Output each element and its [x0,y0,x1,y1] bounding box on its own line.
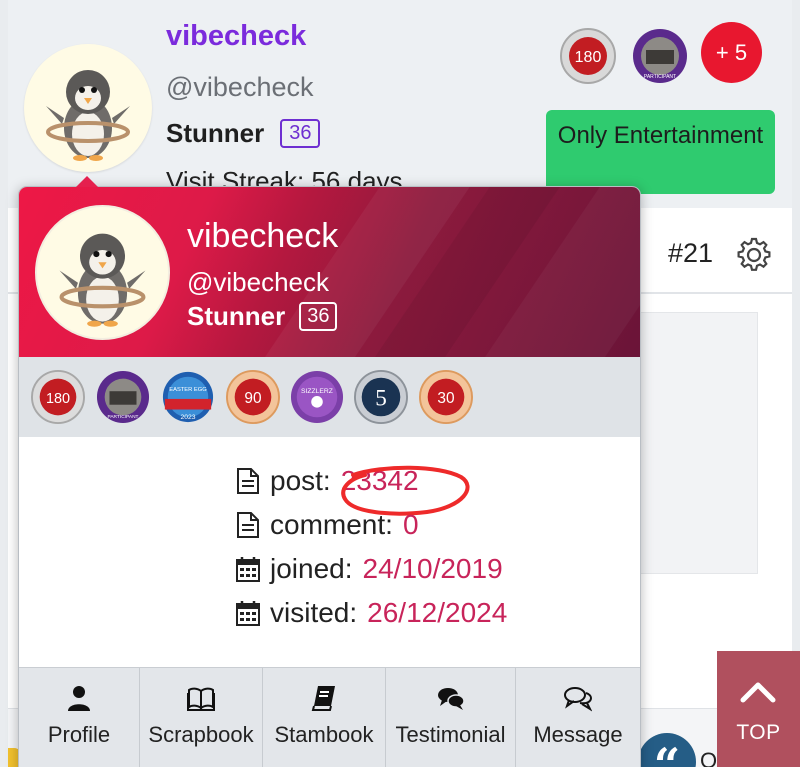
stat-joined-value: 24/10/2019 [362,553,503,584]
stat-visited-value: 26/12/2024 [367,597,508,628]
profile-button[interactable]: Profile [19,668,140,767]
testimonial-button[interactable]: Testimonial [386,668,516,767]
stats-panel: post: 23342 comment: 0 joined: 24/10/201… [19,437,640,667]
popup-avatar[interactable] [35,205,170,340]
rank-label: Stunner [187,301,286,331]
stat-visited: visited: 26/12/2024 [235,597,507,629]
more-badges-button[interactable]: + 5 [701,22,762,83]
open-book-icon [187,687,215,711]
stat-comment: comment: 0 [235,509,419,541]
document-icon [237,468,259,494]
180-badge-icon[interactable]: 180 [560,28,616,84]
gear-icon[interactable] [735,236,773,274]
avatar[interactable] [24,44,152,172]
message-bubbles-icon [564,687,592,712]
svg-text:EASTER EGG: EASTER EGG [169,387,207,393]
document-icon [237,512,259,538]
penguin-avatar-icon [46,70,130,161]
svg-text:PARTICIPANT: PARTICIPANT [644,74,676,80]
rank-label: Stunner [166,118,265,148]
profile-button-label: Profile [47,722,111,747]
popup-handle: @vibecheck [187,267,330,297]
scroll-top-label: TOP [736,721,781,744]
message-button[interactable]: Message [516,668,640,767]
scroll-top-button[interactable]: TOP [717,651,800,767]
profile-popup: vibecheck @vibecheck Stunner 36 180 PART… [18,186,641,767]
participant-badge-icon[interactable]: PARTICIPANT [96,370,150,424]
level-badge: 36 [280,119,321,148]
svg-text:PARTICIPANT: PARTICIPANT [107,414,138,420]
penguin-avatar-icon [59,233,146,327]
profile-rank: Stunner 36 [166,118,321,149]
participant-badge-icon[interactable]: PARTICIPANT [632,28,688,84]
svg-text:SIZZLERZ: SIZZLERZ [301,388,333,395]
profile-handle: @vibecheck [166,72,314,102]
stat-joined: joined: 24/10/2019 [235,553,503,585]
180-badge-icon[interactable]: 180 [31,370,85,424]
stambook-button-label: Stambook [274,722,374,747]
svg-text:5: 5 [375,386,387,412]
scrapbook-button-label: Scrapbook [148,722,254,747]
stat-joined-label: joined: [270,553,353,584]
popup-footer-nav: Profile Scrapbook Stambook Testimonial M… [19,667,640,767]
popup-pointer [76,176,98,187]
30-badge-icon[interactable]: 30 [419,370,473,424]
badge-row: 180 PARTICIPANT EASTER EGG 2023 90 SIZZLE… [19,357,640,437]
stat-visited-label: visited: [270,597,358,628]
chevron-up-icon [740,682,776,703]
easter-egg-badge-icon[interactable]: EASTER EGG 2023 [161,370,215,424]
popup-rank: Stunner 36 [187,301,338,332]
calendar-icon [236,557,260,582]
5-anniversary-badge-icon[interactable]: 5 [354,370,408,424]
book-icon [311,686,335,711]
profile-username[interactable]: vibecheck [166,20,306,53]
svg-text:180: 180 [575,49,602,66]
chat-bubbles-icon [437,688,465,710]
svg-text:180: 180 [46,391,70,407]
testimonial-button-label: Testimonial [395,722,506,747]
stat-comment-label: comment: [270,509,393,540]
level-badge: 36 [299,302,338,331]
user-icon [68,686,90,711]
stat-comment-value: 0 [402,509,419,540]
scrapbook-button[interactable]: Scrapbook [140,668,263,767]
category-button[interactable]: Only Entertainment [546,110,775,194]
stambook-button[interactable]: Stambook [263,668,386,767]
90-badge-icon[interactable]: 90 [226,370,280,424]
svg-text:90: 90 [244,390,261,407]
popup-username[interactable]: vibecheck [187,217,338,256]
message-button-label: Message [533,722,623,747]
svg-text:2023: 2023 [180,414,195,421]
sizzlerz-badge-icon[interactable]: SIZZLERZ [290,370,344,424]
stat-post-label: post: [270,465,331,496]
calendar-icon [236,601,260,626]
svg-text:30: 30 [437,390,454,407]
post-number: #21 [668,238,714,268]
popup-header: vibecheck @vibecheck Stunner 36 [19,187,640,357]
